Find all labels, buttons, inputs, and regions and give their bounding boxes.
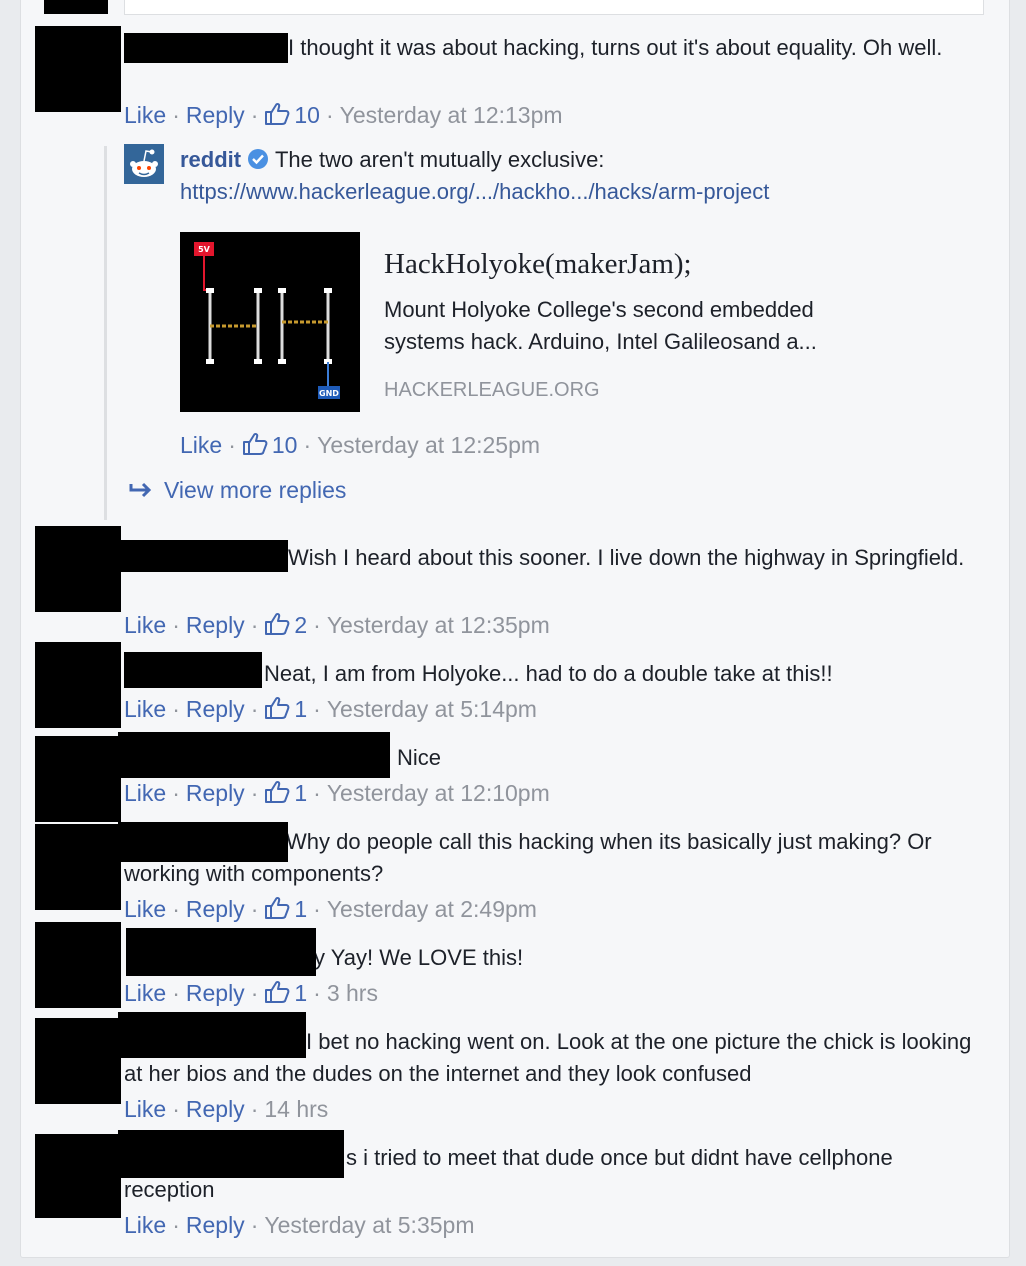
timestamp[interactable]: Yesterday at 2:49pm: [327, 896, 537, 922]
timestamp[interactable]: Yesterday at 12:13pm: [340, 102, 563, 128]
avatar[interactable]: [35, 1018, 121, 1104]
reply-arrow-icon: [129, 482, 152, 498]
like-count[interactable]: 10: [242, 432, 297, 458]
thumbs-up-icon: [265, 102, 290, 125]
comment-actions: Like · Reply · 2 · Yesterday at 12:35pm: [124, 612, 550, 638]
thumbs-up-icon: [265, 780, 290, 803]
timestamp[interactable]: 14 hrs: [264, 1096, 328, 1122]
comment-actions: Like · Reply · Yesterday at 5:35pm: [124, 1212, 475, 1238]
like-link[interactable]: Like: [124, 612, 166, 638]
like-count[interactable]: 10: [264, 102, 320, 128]
timestamp[interactable]: Yesterday at 5:35pm: [264, 1212, 474, 1238]
link-preview[interactable]: 5V GND HackHolyoke(makerJam); Mount Holy…: [180, 232, 900, 412]
preview-description: Mount Holyoke College's second embedded …: [384, 297, 817, 354]
preview-thumbnail: 5V GND: [180, 232, 360, 412]
reply-link[interactable]: Reply: [186, 780, 245, 806]
like-count[interactable]: 1: [264, 980, 307, 1006]
avatar[interactable]: [35, 824, 121, 910]
like-link[interactable]: Like: [124, 1212, 166, 1238]
like-link[interactable]: Like: [124, 980, 166, 1006]
reply-author[interactable]: reddit: [180, 147, 241, 172]
comment-input[interactable]: [124, 0, 984, 15]
preview-domain: HACKERLEAGUE.ORG: [384, 379, 600, 401]
author-name[interactable]: [124, 33, 288, 63]
reddit-alien-icon: [130, 149, 158, 177]
timestamp[interactable]: Yesterday at 12:10pm: [327, 780, 550, 806]
avatar[interactable]: [35, 922, 121, 1008]
avatar[interactable]: [35, 526, 121, 612]
reply-text: The two aren't mutually exclusive:: [274, 147, 605, 172]
reply-link[interactable]: Reply: [186, 980, 245, 1006]
like-link[interactable]: Like: [180, 432, 222, 458]
reply-link[interactable]: Reply: [186, 1212, 245, 1238]
author-name[interactable]: [118, 1130, 344, 1178]
thumbs-up-icon: [265, 980, 290, 1003]
circuit-thumbnail-icon: 5V GND: [194, 242, 340, 399]
like-link[interactable]: Like: [124, 102, 166, 128]
comment-actions: Like · Reply · 10 · Yesterday at 12:13pm: [124, 102, 563, 128]
timestamp[interactable]: Yesterday at 12:25pm: [317, 432, 540, 458]
thumbs-up-icon: [265, 612, 290, 635]
author-name[interactable]: [124, 652, 262, 688]
comment-actions: Like · Reply · 14 hrs: [124, 1096, 329, 1122]
like-link[interactable]: Like: [124, 1096, 166, 1122]
author-name[interactable]: [118, 732, 390, 778]
thumbs-up-icon: [242, 432, 268, 455]
timestamp[interactable]: 3 hrs: [327, 980, 378, 1006]
reply-url[interactable]: https://www.hackerleague.org/.../hackho.…: [180, 176, 769, 208]
comment-actions: Like · Reply · 1 · Yesterday at 5:14pm: [124, 696, 537, 722]
thumbs-up-icon: [265, 696, 290, 719]
like-count[interactable]: 1: [264, 896, 307, 922]
avatar[interactable]: [35, 1134, 121, 1218]
thumb-bottom-label: GND: [319, 389, 339, 398]
timestamp[interactable]: Yesterday at 12:35pm: [327, 612, 550, 638]
avatar[interactable]: [35, 642, 121, 728]
comment-actions: Like · Reply · 1 · 3 hrs: [124, 980, 378, 1006]
like-count[interactable]: 1: [264, 696, 307, 722]
avatar[interactable]: [35, 26, 121, 112]
reddit-avatar[interactable]: [124, 144, 164, 184]
verified-badge-icon: [248, 149, 269, 169]
comment-actions: Like · Reply · 1 · Yesterday at 12:10pm: [124, 780, 550, 806]
reply-content: reddit The two aren't mutually exclusive…: [180, 144, 604, 176]
author-name[interactable]: [120, 540, 288, 572]
reply-link[interactable]: Reply: [186, 696, 245, 722]
like-count[interactable]: 2: [264, 612, 307, 638]
preview-title: HackHolyoke(makerJam);: [384, 248, 692, 280]
author-name[interactable]: [118, 1012, 306, 1058]
reply-link[interactable]: Reply: [186, 896, 245, 922]
like-link[interactable]: Like: [124, 896, 166, 922]
thumb-top-label: 5V: [198, 245, 211, 254]
reply-actions: Like · 10 · Yesterday at 12:25pm: [180, 432, 541, 458]
thumbs-up-icon: [265, 896, 290, 919]
reply-link[interactable]: Reply: [186, 1096, 245, 1122]
avatar[interactable]: [35, 736, 121, 822]
reply-link[interactable]: Reply: [186, 102, 245, 128]
avatar[interactable]: [44, 0, 108, 14]
view-more-replies[interactable]: View more replies: [128, 474, 346, 506]
like-count[interactable]: 1: [264, 780, 307, 806]
like-link[interactable]: Like: [124, 696, 166, 722]
timestamp[interactable]: Yesterday at 5:14pm: [327, 696, 537, 722]
like-link[interactable]: Like: [124, 780, 166, 806]
reply-link[interactable]: Reply: [186, 612, 245, 638]
author-name[interactable]: [118, 822, 288, 862]
comment-actions: Like · Reply · 1 · Yesterday at 2:49pm: [124, 896, 537, 922]
reply-thread-line: [104, 146, 107, 520]
author-name[interactable]: [126, 928, 316, 976]
